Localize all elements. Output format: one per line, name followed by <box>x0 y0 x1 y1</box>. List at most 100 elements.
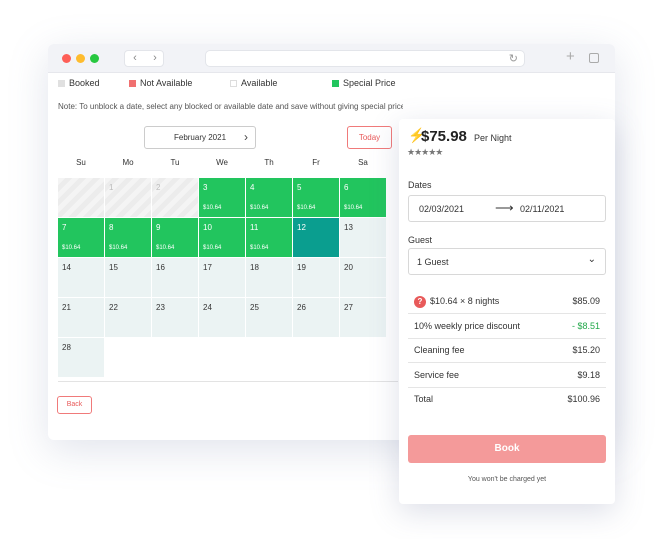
calendar-day[interactable]: 14 <box>58 258 104 297</box>
weekday-header: Th <box>264 158 274 167</box>
arrow-right-icon: ⟶ <box>495 200 514 215</box>
address-bar[interactable]: ↻ <box>205 50 525 67</box>
price-row-value: $15.20 <box>572 345 600 355</box>
calendar-day[interactable]: 11 $10.64 <box>246 218 292 257</box>
maximize-window-dot[interactable] <box>90 54 99 63</box>
back-arrow-icon[interactable]: ‹ <box>125 51 145 66</box>
calendar-day[interactable]: 24 <box>199 298 245 337</box>
day-number: 1 <box>109 183 114 192</box>
day-number: 8 <box>109 223 114 232</box>
weekday-header: Fr <box>312 158 320 167</box>
calendar-day[interactable]: 9 $10.64 <box>152 218 198 257</box>
new-tab-icon[interactable]: + <box>566 48 575 65</box>
weekday-header: Mo <box>122 158 134 167</box>
calendar-day[interactable]: 10 $10.64 <box>199 218 245 257</box>
legend-swatch <box>332 79 339 87</box>
today-button[interactable]: Today <box>347 126 392 149</box>
legend-swatch <box>129 79 136 87</box>
price-row-value: $9.18 <box>577 369 600 380</box>
calendar-day[interactable]: 12 <box>293 218 339 257</box>
price-row-value: $85.09 <box>572 296 600 306</box>
legend-item: Booked <box>58 78 100 88</box>
unblock-note: Note: To unblock a date, select any bloc… <box>58 102 403 111</box>
price-row-text: Total <box>414 394 434 404</box>
nightly-price: $75.98 <box>421 128 467 145</box>
calendar-day <box>58 178 104 217</box>
calendar-day[interactable]: 3 $10.64 <box>199 178 245 217</box>
calendar-day[interactable]: 4 $10.64 <box>246 178 292 217</box>
legend-item: Available <box>230 78 277 88</box>
legend-label: Not Available <box>140 78 193 88</box>
next-month-icon[interactable]: › <box>244 127 248 148</box>
day-number: 27 <box>344 303 353 312</box>
price-row-label: Cleaning fee <box>414 345 465 355</box>
calendar-day[interactable]: 28 <box>58 338 104 377</box>
calendar-day[interactable]: 5 $10.64 <box>293 178 339 217</box>
divider <box>58 381 398 382</box>
calendar-day[interactable]: 6 $10.64 <box>340 178 386 217</box>
legend-label: Available <box>241 78 278 88</box>
price-row-label: Total <box>414 394 433 404</box>
calendar-day[interactable]: 8 $10.64 <box>105 218 151 257</box>
no-charge-note: You won't be charged yet <box>467 476 547 483</box>
calendar-day[interactable]: 13 <box>340 218 386 257</box>
calendar-day: 2 <box>152 178 198 217</box>
calendar-day[interactable]: 21 <box>58 298 104 337</box>
calendar-day[interactable]: 16 <box>152 258 198 297</box>
price-row: Service fee $9.18 <box>408 364 606 388</box>
calendar-day[interactable]: 22 <box>105 298 151 337</box>
day-price: $10.64 <box>109 245 128 251</box>
legend-item: Not Available <box>129 78 192 88</box>
book-button[interactable]: Book <box>408 435 606 463</box>
day-number: 3 <box>203 183 208 192</box>
price-row: Total $100.96 <box>408 388 606 412</box>
forward-arrow-icon[interactable]: › <box>145 51 165 66</box>
day-number: 9 <box>156 223 161 232</box>
calendar-day[interactable]: 26 <box>293 298 339 337</box>
day-price: $10.64 <box>203 245 222 251</box>
calendar-day[interactable]: 17 <box>199 258 245 297</box>
price-row-label: ? $10.64 × 8 nights <box>414 296 499 308</box>
calendar-day[interactable]: 20 <box>340 258 386 297</box>
date-range-field[interactable]: 02/03/2021 ⟶ 02/11/2021 <box>408 195 606 222</box>
day-number: 23 <box>156 303 165 312</box>
calendar-day[interactable]: 19 <box>293 258 339 297</box>
calendar-day[interactable]: 7 $10.64 <box>58 218 104 257</box>
rating-stars-icon: ★★★★★ <box>407 147 443 157</box>
day-price: $10.64 <box>344 205 363 211</box>
day-number: 19 <box>297 263 306 272</box>
guest-select[interactable]: 1 Guest ⌄ <box>408 248 606 275</box>
legend-swatch <box>230 79 237 87</box>
calendar-day[interactable]: 18 <box>246 258 292 297</box>
reload-icon[interactable]: ↻ <box>509 52 518 65</box>
guest-value: 1 Guest <box>417 257 449 267</box>
calendar-day[interactable]: 15 <box>105 258 151 297</box>
check-in-date[interactable]: 02/03/2021 <box>419 204 464 214</box>
day-price: $10.64 <box>203 205 222 211</box>
guest-label: Guest <box>408 235 433 245</box>
check-out-date[interactable]: 02/11/2021 <box>520 204 564 214</box>
calendar-day[interactable]: 23 <box>152 298 198 337</box>
calendar-day[interactable]: 27 <box>340 298 386 337</box>
close-window-dot[interactable] <box>62 54 71 63</box>
day-number: 13 <box>344 223 353 232</box>
day-price: $10.64 <box>250 245 269 251</box>
tabs-overview-icon[interactable] <box>589 53 599 63</box>
back-button[interactable]: Back <box>57 396 92 414</box>
day-number: 24 <box>203 303 212 312</box>
calendar-day[interactable]: 25 <box>246 298 292 337</box>
day-number: 4 <box>250 183 255 192</box>
price-row-text: Service fee <box>414 369 460 380</box>
minimize-window-dot[interactable] <box>76 54 85 63</box>
calendar-day: 1 <box>105 178 151 217</box>
day-number: 18 <box>250 263 259 272</box>
price-row-text: $10.64 × 8 nights <box>430 296 500 306</box>
question-icon[interactable]: ? <box>414 296 426 308</box>
price-row-label: 10% weekly price discount <box>414 321 520 331</box>
day-price: $10.64 <box>297 205 316 211</box>
browser-toolbar: ‹ › ↻ + <box>48 44 615 73</box>
weekday-header: Su <box>76 158 86 167</box>
month-selector[interactable]: February 2021 › <box>144 126 256 149</box>
history-nav: ‹ › <box>124 50 164 67</box>
day-number: 16 <box>156 263 165 272</box>
